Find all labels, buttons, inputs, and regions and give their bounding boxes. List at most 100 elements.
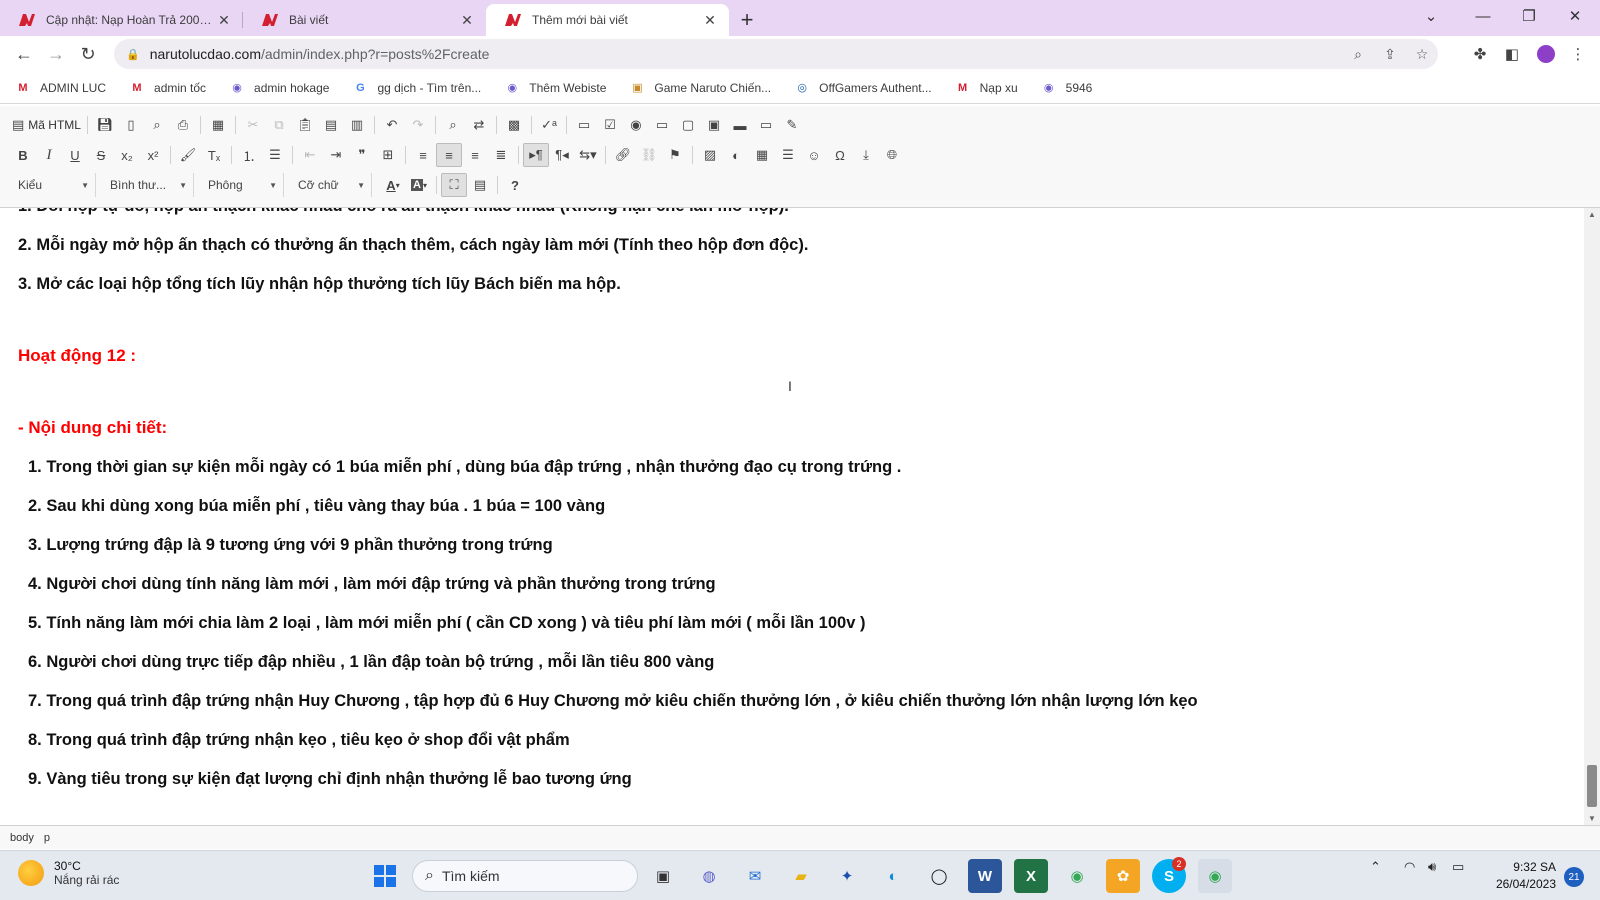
blockquote-icon[interactable]: ❞ <box>349 143 375 167</box>
iframe-icon[interactable]: 🌐︎ <box>879 143 905 167</box>
tab-bai-viet[interactable]: Bài viết ✕ <box>243 4 486 36</box>
remove-format-icon[interactable]: Tₓ <box>201 143 227 167</box>
style-combo[interactable]: Kiểu ▼ <box>10 173 96 197</box>
volume-icon[interactable]: 🔊︎ <box>1428 859 1436 875</box>
anchor-icon[interactable]: ⚑ <box>662 143 688 167</box>
replace-icon[interactable]: ⇄ <box>466 113 492 137</box>
zoom-icon[interactable]: ⌕ <box>1342 39 1374 69</box>
button-field-icon[interactable]: ▬ <box>727 113 753 137</box>
smiley-icon[interactable]: ☺ <box>801 143 827 167</box>
paste-text-icon[interactable]: ▤ <box>318 113 344 137</box>
excel-icon[interactable]: X <box>1014 859 1048 893</box>
app-icon[interactable]: ✦ <box>830 859 864 893</box>
minimize-icon[interactable]: — <box>1460 0 1506 32</box>
wifi-icon[interactable]: ◠ <box>1404 859 1415 875</box>
align-left-icon[interactable]: ≡ <box>410 143 436 167</box>
file-explorer-icon[interactable]: ▰ <box>784 859 818 893</box>
preview-icon[interactable]: ⌕ <box>144 113 170 137</box>
font-size-combo[interactable]: Cỡ chữ ▼ <box>290 173 372 197</box>
cut-icon[interactable]: ✂ <box>240 113 266 137</box>
teams-chat-icon[interactable]: ◍ <box>692 859 726 893</box>
taskbar-search[interactable]: ⌕ Tìm kiếm <box>412 860 638 892</box>
templates-icon[interactable]: ▦ <box>205 113 231 137</box>
bookmark-offgamers[interactable]: ◎ OffGamers Authent... <box>793 81 931 95</box>
new-page-icon[interactable]: ▯ <box>118 113 144 137</box>
unlink-icon[interactable]: ⛓ <box>636 143 662 167</box>
dell-icon[interactable]: ◯ <box>922 859 956 893</box>
profile-avatar-icon[interactable] <box>1530 38 1562 70</box>
tab-search-icon[interactable]: ⌄ <box>1408 0 1454 32</box>
mail-icon[interactable]: ✉ <box>738 859 772 893</box>
ltr-icon[interactable]: ▸¶ <box>523 143 549 167</box>
bookmark-admin-toc[interactable]: Madmin tốc <box>128 81 206 95</box>
paste-word-icon[interactable]: ▥ <box>344 113 370 137</box>
paste-icon[interactable]: 📋︎ <box>292 113 318 137</box>
battery-icon[interactable]: ▭ <box>1452 859 1464 875</box>
bookmark-them-website[interactable]: ◉ Thêm Webiste <box>503 81 606 95</box>
indent-icon[interactable]: ⇥ <box>323 143 349 167</box>
back-icon[interactable]: ← <box>8 38 40 70</box>
find-icon[interactable]: ⌕ <box>440 113 466 137</box>
bookmark-game-naruto[interactable]: ▣ Game Naruto Chiến... <box>628 81 771 95</box>
rtl-icon[interactable]: ¶◂ <box>549 143 575 167</box>
redo-icon[interactable]: ↷ <box>405 113 431 137</box>
bookmark-admin-luc[interactable]: M ADMIN LUC <box>14 81 106 95</box>
app-icon[interactable]: ✿ <box>1106 859 1140 893</box>
weather-widget[interactable]: 30°C Nắng rải rác <box>18 859 119 887</box>
language-icon[interactable]: ⇆▾ <box>575 143 601 167</box>
tab-nap-hoan-tra[interactable]: Cập nhật: Nạp Hoàn Trả 200% Và ✕ <box>0 4 243 36</box>
spellcheck-icon[interactable]: ✓ᵃ <box>536 113 562 137</box>
save-icon[interactable]: 💾︎ <box>92 113 118 137</box>
source-button[interactable]: ▤ Mã HTML <box>10 113 83 137</box>
background-color-icon[interactable]: A ▾ <box>406 173 432 197</box>
hidden-field-icon[interactable]: ✎ <box>779 113 805 137</box>
word-icon[interactable]: W <box>968 859 1002 893</box>
scroll-up-icon[interactable]: ▲ <box>1588 210 1596 219</box>
bookmark-gg-dich[interactable]: Ggg dịch - Tìm trên... <box>351 81 481 95</box>
format-combo[interactable]: Bình thư... ▼ <box>102 173 194 197</box>
help-icon[interactable]: ? <box>502 173 528 197</box>
task-view-icon[interactable]: ▣ <box>646 859 680 893</box>
print-icon[interactable]: ⎙ <box>170 113 196 137</box>
radio-icon[interactable]: ◉ <box>623 113 649 137</box>
editor-scrollbar[interactable]: ▲ ▼ <box>1584 208 1600 825</box>
italic-icon[interactable]: I <box>36 143 62 167</box>
window-close-icon[interactable]: ✕ <box>1552 0 1598 32</box>
link-icon[interactable]: 🔗︎ <box>610 143 636 167</box>
checkbox-icon[interactable]: ☑ <box>597 113 623 137</box>
menu-icon[interactable]: ⋮ <box>1562 38 1594 70</box>
restore-icon[interactable]: ❐ <box>1506 0 1552 32</box>
tab-close-icon[interactable]: ✕ <box>701 12 719 29</box>
extensions-icon[interactable]: ✤ <box>1464 38 1496 70</box>
font-combo[interactable]: Phông ▼ <box>200 173 284 197</box>
new-tab-button[interactable]: + <box>729 4 765 36</box>
clock[interactable]: 9:32 SA 26/04/2023 <box>1488 859 1556 893</box>
textarea-icon[interactable]: ▢ <box>675 113 701 137</box>
show-blocks-icon[interactable]: ▤ <box>467 173 493 197</box>
tab-close-icon[interactable]: ✕ <box>215 12 233 29</box>
chrome-icon[interactable]: ◉ <box>1060 859 1094 893</box>
bookmark-star-icon[interactable]: ☆ <box>1406 39 1438 69</box>
subscript-icon[interactable]: x₂ <box>114 143 140 167</box>
forward-icon[interactable]: → <box>40 38 72 70</box>
select-field-icon[interactable]: ▣ <box>701 113 727 137</box>
share-icon[interactable]: ⇪ <box>1374 39 1406 69</box>
copy-format-icon[interactable]: 🖌︎ <box>175 143 201 167</box>
strikethrough-icon[interactable]: S <box>88 143 114 167</box>
path-item-body[interactable]: body <box>10 832 34 844</box>
chrome-profile-icon[interactable]: ◉ <box>1198 859 1232 893</box>
numbered-list-icon[interactable]: ⒈ <box>236 143 262 167</box>
image-button-icon[interactable]: ▭ <box>753 113 779 137</box>
bookmark-admin-hokage[interactable]: ◉ admin hokage <box>228 81 329 95</box>
bulleted-list-icon[interactable]: ☰ <box>262 143 288 167</box>
maximize-icon[interactable]: ⛶ <box>441 173 467 197</box>
copy-icon[interactable]: ⧉ <box>266 113 292 137</box>
tray-overflow-icon[interactable]: ⌃ <box>1370 859 1381 875</box>
edge-icon[interactable]: ◐ <box>876 859 910 893</box>
form-icon[interactable]: ▭ <box>571 113 597 137</box>
tab-close-icon[interactable]: ✕ <box>458 12 476 29</box>
justify-icon[interactable]: ≣ <box>488 143 514 167</box>
text-color-icon[interactable]: A ▾ <box>380 173 406 197</box>
side-panel-icon[interactable]: ◧ <box>1496 38 1528 70</box>
select-all-icon[interactable]: ▩ <box>501 113 527 137</box>
